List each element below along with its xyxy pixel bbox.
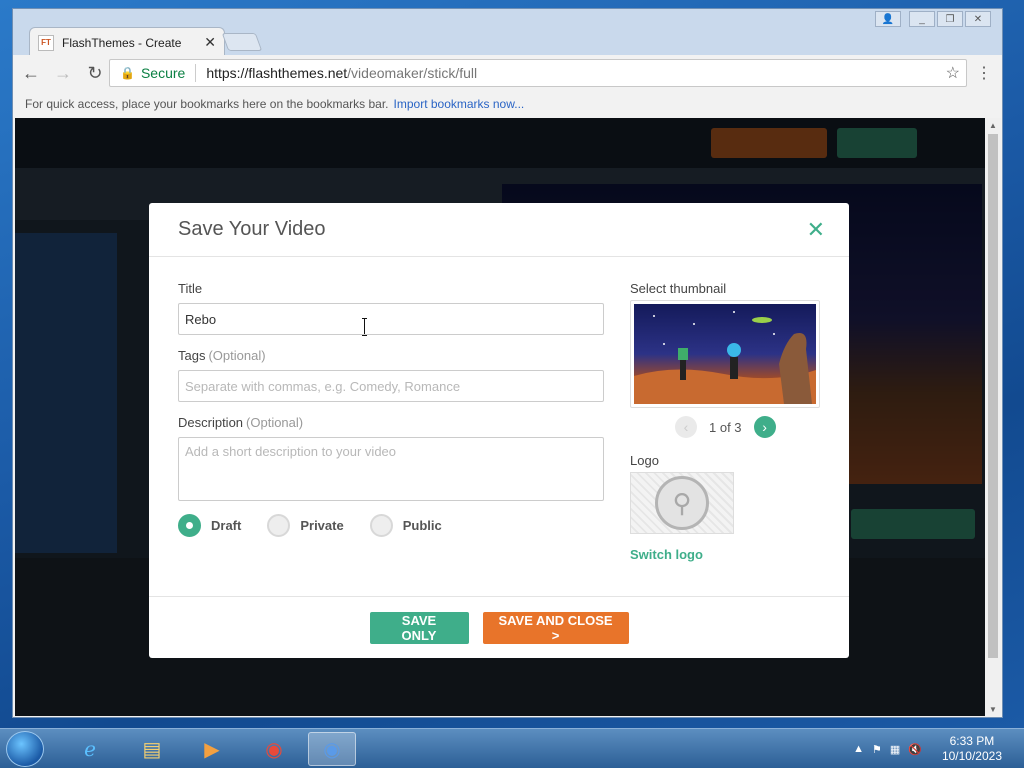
show-hidden-icons-icon[interactable]: ▲ [853, 743, 864, 755]
scroll-up-icon[interactable]: ▲ [985, 118, 1001, 132]
dialog-footer: SAVE ONLY SAVE AND CLOSE > [149, 596, 849, 658]
chrome-icon[interactable]: ◉ [250, 732, 298, 766]
import-bookmarks-link[interactable]: Import bookmarks now... [394, 97, 525, 111]
close-dialog-icon[interactable]: ✕ [807, 217, 825, 243]
action-center-icon[interactable]: ⚑ [872, 743, 882, 756]
minimize-button[interactable]: _ [909, 11, 935, 27]
dialog-title: Save Your Video [178, 218, 326, 240]
tab-title: FlashThemes - Create [62, 35, 182, 50]
bookmarks-hint: For quick access, place your bookmarks h… [25, 97, 389, 111]
windows-taskbar: ℯ ▤ ▶ ◉ ◉ ▲ ⚑ ▦ 🔇 6:33 PM 10/10/2023 [0, 728, 1024, 768]
lock-icon: 🔒 [120, 66, 135, 80]
logo-label: Logo [630, 453, 659, 468]
dialog-body: Title Tags(Optional) Description(Optiona… [149, 258, 849, 596]
description-label-text: Description [178, 415, 244, 430]
next-thumbnail-icon[interactable]: › [753, 416, 776, 438]
visibility-radio-group: Draft Private Public [178, 514, 468, 537]
bookmarks-bar: For quick access, place your bookmarks h… [13, 91, 1002, 117]
page-scrollbar[interactable]: ▲ ▼ [985, 118, 1001, 716]
public-radio[interactable] [369, 514, 393, 537]
internet-explorer-icon[interactable]: ℯ [66, 732, 114, 766]
logo-preview[interactable]: ⚲ [630, 472, 734, 534]
file-explorer-icon[interactable]: ▤ [128, 732, 176, 766]
start-button[interactable] [6, 731, 44, 767]
description-label: Description (Optional) [178, 415, 303, 430]
tags-label: Tags (Optional) [178, 348, 266, 363]
thumbnail-frame[interactable] [630, 300, 820, 408]
private-radio[interactable] [267, 514, 291, 537]
browser-titlebar: FT FlashThemes - Create ✕ 👤 _ ❐ ✕ [13, 9, 1002, 57]
tags-input[interactable] [178, 370, 604, 402]
browser-tab[interactable]: FT FlashThemes - Create ✕ [29, 27, 225, 57]
volume-muted-icon[interactable]: 🔇 [908, 743, 922, 756]
maximize-button[interactable]: ❐ [937, 11, 963, 27]
tags-label-text: Tags [178, 348, 206, 363]
window-controls-gap [903, 11, 907, 27]
url-path: /videomaker/stick/full [347, 65, 478, 81]
thumbnail-scene-icon [634, 311, 816, 404]
save-and-close-button[interactable]: SAVE AND CLOSE > [482, 611, 629, 644]
browser-menu-icon[interactable]: ⋮ [976, 63, 992, 83]
scroll-down-icon[interactable]: ▼ [985, 702, 1001, 716]
bookmark-star-icon[interactable]: ☆ [946, 63, 960, 83]
previous-thumbnail-icon[interactable]: ‹ [675, 416, 697, 438]
title-label: Title [178, 281, 203, 296]
system-tray: ▲ ⚑ ▦ 🔇 6:33 PM 10/10/2023 [849, 729, 1024, 768]
public-label[interactable]: Public [403, 518, 442, 533]
close-window-button[interactable]: ✕ [965, 11, 991, 27]
thumbnail-label: Select thumbnail [630, 281, 727, 296]
title-input[interactable] [178, 303, 604, 335]
secure-label: Secure [140, 65, 186, 81]
private-label[interactable]: Private [300, 518, 343, 533]
system-clock[interactable]: 6:33 PM 10/10/2023 [942, 734, 1002, 764]
new-tab-button[interactable] [221, 33, 263, 51]
address-separator [195, 64, 197, 82]
thumbnail-page-indicator: 1 of 3 [709, 419, 742, 435]
tab-close-icon[interactable]: ✕ [204, 34, 216, 51]
thumbnail-image [634, 304, 816, 404]
flashthemes-favicon-icon: FT [38, 34, 54, 51]
user-icon[interactable]: 👤 [875, 11, 901, 27]
draft-label[interactable]: Draft [211, 518, 241, 533]
description-textarea[interactable] [178, 437, 604, 501]
reload-icon[interactable]: ↻ [81, 63, 109, 84]
scrollbar-thumb[interactable] [988, 134, 998, 658]
tags-optional-label: (Optional) [208, 348, 266, 363]
save-video-dialog: Save Your Video ✕ Title Tags(Optional) D… [149, 203, 849, 658]
network-icon[interactable]: ▦ [890, 743, 900, 756]
chrome-active-window-icon[interactable]: ◉ [308, 732, 356, 766]
url-host: https://flashthemes.net [206, 65, 348, 81]
draft-radio[interactable] [178, 514, 201, 537]
back-icon[interactable]: ← [17, 63, 45, 84]
description-optional-label: (Optional) [246, 415, 304, 430]
thumbnail-pager: ‹ 1 of 3 › [675, 416, 776, 438]
clock-time: 6:33 PM [949, 734, 995, 748]
window-controls: 👤 _ ❐ ✕ [875, 11, 991, 27]
media-player-icon[interactable]: ▶ [188, 732, 236, 766]
stamp-logo-icon: ⚲ [655, 476, 709, 530]
text-cursor-icon [362, 318, 368, 336]
switch-logo-link[interactable]: Switch logo [630, 547, 703, 562]
address-bar[interactable]: 🔒 Secure https://flashthemes.net /videom… [109, 59, 967, 87]
forward-icon[interactable]: → [49, 63, 77, 84]
dialog-header: Save Your Video ✕ [149, 203, 849, 257]
save-only-button[interactable]: SAVE ONLY [369, 611, 469, 644]
clock-date: 10/10/2023 [941, 749, 1002, 763]
browser-toolbar: ← → ↻ 🔒 Secure https://flashthemes.net /… [13, 55, 1002, 91]
